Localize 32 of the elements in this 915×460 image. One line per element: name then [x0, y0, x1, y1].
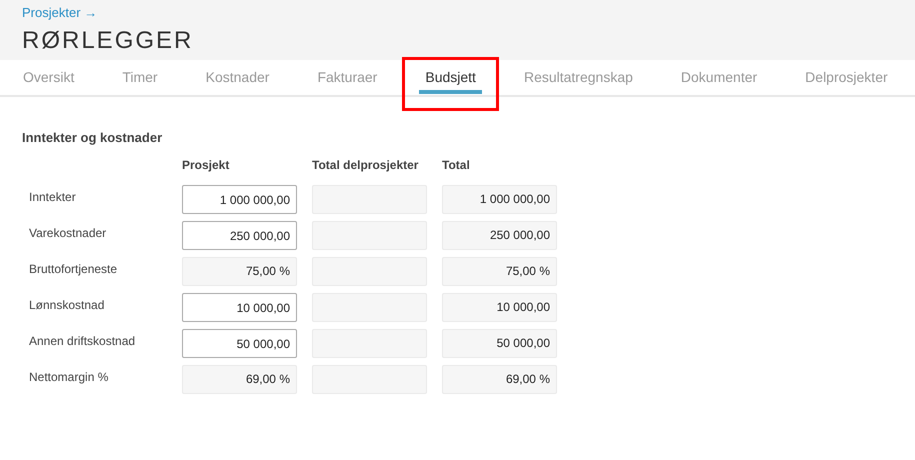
tab[interactable]: Budsjett	[419, 60, 482, 95]
row-label: Annen driftskostnad	[28, 334, 136, 348]
breadcrumb-link[interactable]: Prosjekter →	[22, 5, 98, 20]
column-header: Prosjekt	[182, 157, 230, 174]
readonly-field: 69,00 %	[182, 365, 297, 394]
column-header: Total	[442, 157, 471, 174]
amount-field[interactable]: 50 000,00	[182, 329, 297, 358]
readonly-field: 250 000,00	[442, 221, 557, 250]
amount-field[interactable]: 1 000 000,00	[182, 185, 297, 214]
readonly-field: 75,00 %	[442, 257, 557, 286]
tab[interactable]: Dokumenter	[680, 60, 758, 95]
row-label: Bruttofortjeneste	[28, 262, 118, 276]
amount-field[interactable]: 10 000,00	[182, 293, 297, 322]
readonly-field: 50 000,00	[442, 329, 557, 358]
readonly-field: 69,00 %	[442, 365, 557, 394]
row-label: Nettomargin %	[28, 370, 110, 384]
readonly-field: 10 000,00	[442, 293, 557, 322]
row-label: Varekostnader	[28, 226, 108, 240]
project-title: RØRLEGGER	[22, 27, 194, 55]
readonly-field: 75,00 %	[182, 257, 297, 286]
tab[interactable]: Timer	[122, 60, 158, 95]
amount-field[interactable]: 250 000,00	[182, 221, 297, 250]
tab[interactable]: Resultatregnskap	[524, 60, 633, 95]
row-label: Inntekter	[28, 190, 77, 204]
tab[interactable]: Delprosjekter	[805, 60, 888, 95]
row-label: Lønnskostnad	[28, 298, 106, 312]
column-header: Total delprosjekter	[312, 157, 420, 174]
tab[interactable]: Fakturaer	[317, 60, 378, 95]
section-heading: Inntekter og kostnader	[22, 130, 164, 145]
tab[interactable]: Oversikt	[23, 60, 74, 95]
readonly-field: 1 000 000,00	[442, 185, 557, 214]
tab[interactable]: Kostnader	[206, 60, 270, 95]
